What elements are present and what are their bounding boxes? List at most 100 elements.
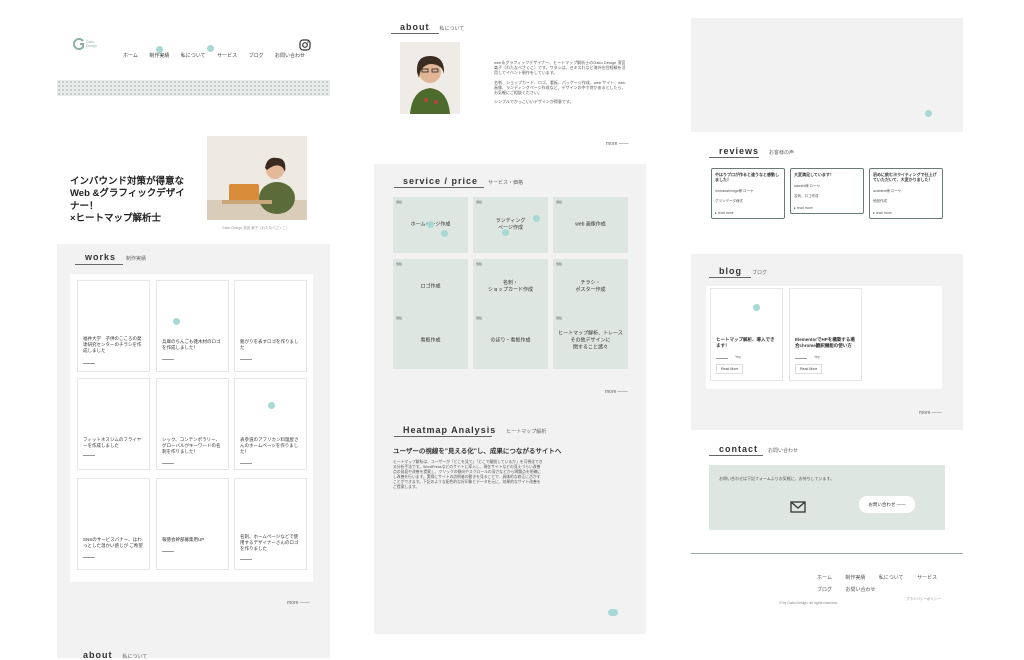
cursor-dot — [427, 221, 434, 228]
service-item-name: のぼり・看板作成 — [490, 337, 531, 344]
service-item[interactable]: 価格 web 画像作成 — [553, 197, 628, 253]
works-title: works 制作実績 — [85, 252, 147, 262]
cursor-dot — [268, 402, 275, 409]
works-underline — [75, 264, 123, 265]
nav-about[interactable]: 私について — [181, 53, 206, 59]
instagram-icon[interactable] — [299, 39, 311, 51]
work-card-title: フィットネスジムのフライヤーを作成しました — [83, 437, 142, 449]
work-card-title: 福井大学 子供のこころの発達研究センターのチラシを作成しました — [83, 336, 142, 354]
reviews-title: reviews お客様の声 — [719, 146, 795, 156]
review-read-more[interactable]: ▸ read more — [715, 211, 734, 215]
column-3: reviews お客様の声 やはりプロが作ると違うなと感動しました！ motoka… — [691, 18, 963, 618]
work-card[interactable]: フィットネスジムのフライヤーを作成しました — [77, 378, 150, 470]
blog-card-date: Yey — [814, 355, 820, 359]
about-more-link[interactable]: more —— — [606, 141, 629, 147]
column-2: about 私について web＆グラフィックデザイナー、ヒートマップ解析士のGak… — [374, 18, 646, 634]
work-card[interactable]: 名刺、ホームページなどで使用するデザイナーさんのロゴを作りました — [234, 478, 307, 570]
footer-copyright: © by Gaku Design, all rights reserved. — [779, 601, 838, 605]
service-item[interactable]: 価格 名刺・ ショップカード作成 — [473, 259, 548, 315]
service-item-name: ロゴ作成 — [420, 283, 441, 290]
cursor-dot — [925, 110, 932, 117]
service-item[interactable]: 価格 のぼり・看板作成 — [473, 313, 548, 369]
blog-more-link[interactable]: more —— — [919, 410, 942, 416]
nav-home[interactable]: ホーム — [123, 53, 138, 59]
service-item[interactable]: 価格 チラシ・ ポスター作成 — [553, 259, 628, 315]
work-card[interactable]: 福井大学 子供のこころの発達研究センターのチラシを作成しました — [77, 280, 150, 372]
blog-card-date: Yey — [735, 355, 741, 359]
service-item[interactable]: 価格 ロゴ作成 — [393, 259, 468, 315]
review-read-more[interactable]: ▸ read more — [794, 206, 813, 210]
heatmap-title: Heatmap Analysis ヒートマップ解析 — [403, 425, 547, 435]
cursor-dot — [173, 318, 180, 325]
work-card-line — [83, 363, 95, 364]
works-more-link[interactable]: more —— — [287, 600, 310, 606]
blog-card-line — [716, 358, 728, 359]
review-meta: グランデーダ様式 — [715, 199, 743, 203]
work-card[interactable]: 兵庫のちんごも雑木材のロゴを作成しました！ — [156, 280, 229, 372]
about-paragraph: 名刺、ショップカード、ロゴ、看板、パッケージ作成、web サイト、web 画像、… — [494, 79, 626, 95]
service-item[interactable]: 価格 ヒートマップ解析、トレース その他デザインに 関すること諸々 — [553, 313, 628, 369]
nav-blog[interactable]: ブログ — [249, 53, 264, 59]
cursor-dot — [533, 215, 540, 222]
service-item[interactable]: 価格 看板作成 — [393, 313, 468, 369]
contact-text: お問い合わせは下記フォームよりお気軽に、お待ちしています。 — [719, 476, 835, 481]
blog-read-more-button[interactable]: Read More — [795, 364, 823, 374]
review-meta: 他設作成 — [873, 199, 887, 203]
blog-card[interactable]: ヒートマップ解析、導入できます！ Yey Read More — [710, 288, 783, 381]
review-card[interactable]: 初めに飲むヨライティングで仕上げていただいて、大変かりました！ azabtext… — [869, 168, 943, 219]
work-card-title: SNSのサービスバナー、ほわっとした温かい感じが ご希望 — [83, 537, 143, 549]
review-name: takeshi様 ローヤ — [794, 184, 821, 188]
review-meta: 名刺、ロゴ作成 — [794, 194, 819, 198]
footer-link-contact[interactable]: お問い合わせ — [845, 587, 875, 593]
contact-underline — [709, 455, 763, 456]
about-paragraph: web＆グラフィックデザイナー、ヒートマップ解析士のGaku Design 濱宮… — [494, 60, 626, 76]
footer-privacy-link[interactable]: プライバシーポリシー — [906, 597, 941, 602]
blog-underline — [709, 277, 751, 278]
hero-photo-image — [207, 136, 307, 220]
work-card-title: シック、コンテンポラリー、グローバルがキーワードの名刺を作りました！ — [162, 437, 221, 455]
review-name: motokashimige様 ローヤ — [715, 189, 754, 193]
contact-button[interactable]: お問い合わせ —— — [859, 496, 915, 513]
work-card-title: 表参道のアフリカン料理屋さんのホームページを作りました！ — [240, 437, 299, 455]
service-more-link[interactable]: more —— — [605, 389, 628, 395]
blog-card[interactable]: ElementorでHPを構築する場合chrome翻訳機能の使い方 Yey Re… — [789, 288, 862, 381]
work-card[interactable]: 表参道のアフリカン料理屋さんのホームページを作りました！ — [234, 378, 307, 470]
service-item[interactable]: 価格 ランディング ページ作成 — [473, 197, 548, 253]
work-card[interactable]: シック、コンテンポラリー、グローバルがキーワードの名刺を作りました！ — [156, 378, 229, 470]
reviews-underline — [709, 157, 759, 158]
work-card-line — [240, 463, 252, 464]
work-card-title: 兵庫のちんごも雑木材のロゴを作成しました！ — [162, 339, 221, 351]
cursor-dot — [502, 229, 509, 236]
work-card-title: 魁がりを表すロゴを作りました — [240, 339, 299, 351]
logo-mark-icon — [73, 38, 84, 50]
nav-contact[interactable]: お問い合わせ — [275, 53, 305, 59]
main-nav: ホーム 制作実績 私について サービス ブログ お問い合わせ — [123, 44, 312, 62]
hero-photo — [207, 136, 307, 220]
footer-link-service[interactable]: サービス — [917, 575, 937, 581]
footer-link-blog[interactable]: ブログ — [817, 587, 832, 593]
heatmap-body: ヒートマップ解析は、ユーザーが「どこを見て」「どこで離脱しているか」を可視化でき… — [393, 460, 543, 489]
nav-works[interactable]: 制作実績 — [149, 53, 169, 59]
service-item-name: web 画像作成 — [575, 221, 606, 228]
cursor-dot — [207, 45, 214, 52]
service-item-name: 名刺・ ショップカード作成 — [487, 280, 533, 293]
review-card[interactable]: 大変満足しています！ takeshi様 ローヤ 名刺、ロゴ作成 ▸ read m… — [790, 168, 864, 214]
review-read-more[interactable]: ▸ read more — [873, 211, 892, 215]
review-card[interactable]: やはりプロが作ると違うなと感動しました！ motokashimige様 ローヤ … — [711, 168, 785, 219]
heatmap-headline: ユーザーの視線を"見える化"し、成果につながるサイトへ — [393, 448, 562, 455]
service-item-name: ヒートマップ解析、トレース その他デザインに 関すること諸々 — [558, 330, 623, 351]
site-header: Gaku Design ホーム 制作実績 私について サービス ブログ お問い合… — [57, 18, 330, 78]
nav-service[interactable]: サービス — [217, 53, 237, 59]
logo-text: Gaku Design — [86, 40, 97, 49]
blog-read-more-button[interactable]: Read More — [716, 364, 744, 374]
site-logo[interactable]: Gaku Design — [73, 38, 103, 50]
blog-card-title: ElementorでHPを構築する場合chrome翻訳機能の使い方 — [795, 337, 855, 349]
work-card[interactable]: 魁がりを表すロゴを作りました — [234, 280, 307, 372]
top-gray-block — [691, 18, 963, 132]
about-paragraph: シンプルでかっこいいデザインが得意です。 — [494, 99, 574, 105]
work-card[interactable]: SNSのサービスバナー、ほわっとした温かい感じが ご希望 — [77, 478, 150, 570]
blog-section: blog ブログ ヒートマップ解析、導入できます！ Yey Read More E… — [691, 254, 963, 430]
work-card[interactable]: 報徳会幹部募集用UP — [156, 478, 229, 570]
review-title: やはりプロが作ると違うなと感動しました！ — [715, 172, 779, 183]
blog-title: blog ブログ — [719, 266, 768, 276]
